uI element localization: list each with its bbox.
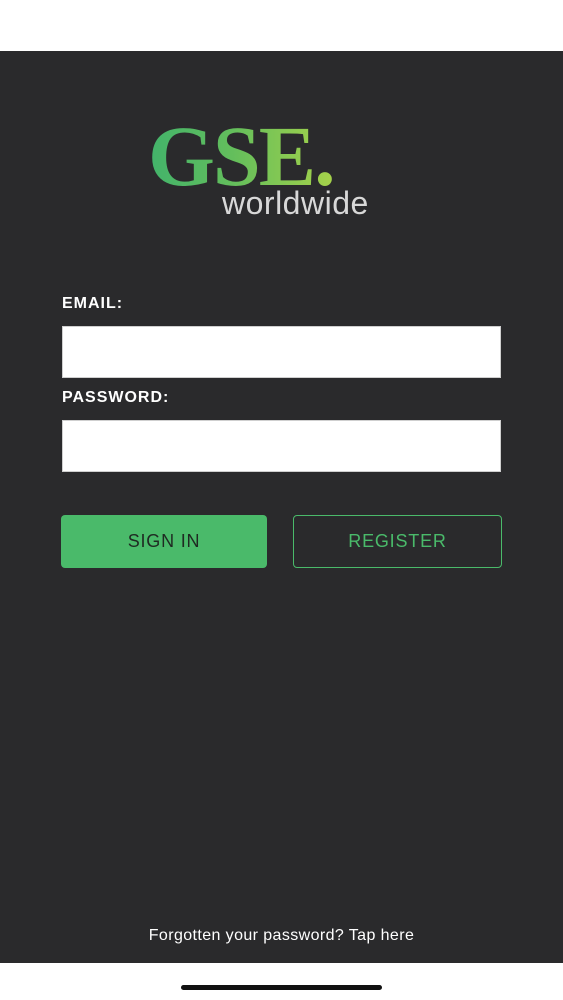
- bottom-bar: [0, 963, 563, 1000]
- logo-subtitle: worldwide: [222, 185, 369, 221]
- sign-in-button[interactable]: SIGN IN: [61, 515, 267, 568]
- email-field[interactable]: [62, 326, 501, 378]
- password-label: PASSWORD:: [62, 389, 170, 406]
- login-screen: GSE. worldwide EMAIL: PASSWORD: SIGN IN …: [0, 51, 563, 963]
- password-field[interactable]: [62, 420, 501, 472]
- email-label: EMAIL:: [62, 295, 124, 312]
- status-bar: [0, 0, 563, 51]
- gse-worldwide-logo: GSE. worldwide: [148, 113, 428, 223]
- home-indicator[interactable]: [181, 985, 382, 990]
- forgot-password-link[interactable]: Forgotten your password? Tap here: [0, 927, 563, 945]
- register-button[interactable]: REGISTER: [293, 515, 502, 568]
